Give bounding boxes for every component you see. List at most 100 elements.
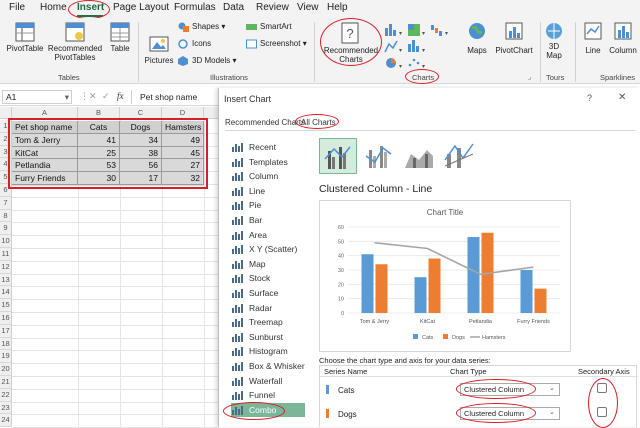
smartart-button[interactable]: SmartArt [246, 22, 292, 31]
legend-label-cats: Cats [422, 335, 434, 341]
row-header-13[interactable]: 13 [0, 273, 12, 287]
row-header-9[interactable]: 9 [0, 222, 12, 236]
ribbon: PivotTable Recommended PivotTables Table… [0, 18, 640, 84]
chart-type-bar[interactable]: Bar [231, 213, 301, 227]
menu-review[interactable]: Review [256, 2, 289, 13]
column-icon [231, 171, 243, 182]
table-button[interactable]: Table [106, 22, 134, 53]
row-header-15[interactable]: 15 [0, 299, 12, 312]
row-header-22[interactable]: 22 [0, 388, 12, 402]
chart-type-pie[interactable]: Pie [231, 198, 301, 212]
chart-type-treemap[interactable]: Treemap [231, 315, 301, 329]
ribbon-separator [575, 22, 576, 82]
row-header-16[interactable]: 16 [0, 312, 12, 325]
pivottable-button[interactable]: PivotTable [6, 22, 44, 53]
screenshot-icon [246, 39, 257, 49]
menu-page-layout[interactable]: Page Layout [113, 2, 169, 13]
help-icon[interactable]: ? [587, 93, 592, 103]
3d-models-button[interactable]: 3D Models ▾ [178, 56, 237, 66]
maps-button[interactable]: Maps [464, 22, 490, 55]
chart-type-box-whisker[interactable]: Box & Whisker [231, 359, 305, 373]
svg-text:▾: ▾ [399, 48, 402, 54]
shapes-button[interactable]: Shapes ▾ [178, 22, 225, 32]
row-gridline [12, 312, 218, 313]
chart-type-stock[interactable]: Stock [231, 271, 301, 285]
pivotchart-icon [505, 22, 523, 40]
row-header-20[interactable]: 20 [0, 363, 12, 376]
chart-type-sunburst[interactable]: Sunburst [231, 330, 301, 344]
pivotchart-button[interactable]: PivotChart [492, 22, 536, 55]
bar-cats-1 [414, 277, 427, 313]
row-header-12[interactable]: 12 [0, 260, 12, 274]
legend-label-dogs: Dogs [452, 335, 465, 341]
tab-recommended-charts[interactable]: Recommended Charts [225, 118, 305, 127]
sunburst-icon [231, 332, 243, 342]
menu-view[interactable]: View [297, 2, 319, 13]
row-header-7[interactable]: 7 [0, 196, 12, 210]
row-gridline [12, 273, 218, 275]
row-header-10[interactable]: 10 [0, 235, 12, 248]
cube-icon [178, 56, 189, 66]
chart-type-surface[interactable]: Surface [231, 286, 301, 300]
charts-dialog-launcher-icon[interactable]: ⌟ [528, 73, 531, 81]
row-header-18[interactable]: 18 [0, 337, 12, 351]
menu-help[interactable]: Help [327, 2, 348, 13]
menu-file[interactable]: File [9, 2, 25, 13]
menu-bar: File Home Insert Page Layout Formulas Da… [0, 0, 640, 19]
chart-type-scatter[interactable]: X Y (Scatter) [231, 242, 301, 256]
icons-button[interactable]: Icons [178, 39, 211, 49]
cancel-icon[interactable]: ✕ [89, 91, 97, 102]
pictures-button[interactable]: Pictures [142, 22, 176, 65]
radar-icon [231, 303, 243, 313]
chart-preview[interactable]: Chart Title 0 10 20 30 40 50 60 Tom & Jerry KitCa… [319, 200, 571, 352]
formula-input[interactable]: Pet shop name [131, 90, 218, 104]
illustrations-group-label: Illustrations [210, 73, 248, 82]
clustered-column-line-secondary-icon [365, 146, 392, 168]
combo-subtype-1[interactable] [319, 138, 357, 174]
chart-type-area[interactable]: Area [231, 228, 301, 242]
screenshot-button[interactable]: Screenshot ▾ [246, 39, 307, 49]
row-header-23[interactable]: 23 [0, 401, 12, 415]
sparkline-line-button[interactable]: Line [580, 22, 606, 55]
row-header-24[interactable]: 24 [0, 414, 12, 428]
menu-data[interactable]: Data [223, 2, 244, 13]
chart-type-waterfall[interactable]: Waterfall [231, 374, 301, 388]
chart-type-label: Area [249, 229, 267, 240]
chart-type-radar[interactable]: Radar [231, 301, 301, 315]
chart-type-line[interactable]: Line [231, 184, 301, 198]
row-header-17[interactable]: 17 [0, 324, 12, 338]
menu-formulas[interactable]: Formulas [174, 2, 216, 13]
combo-subtype-2[interactable] [361, 138, 399, 174]
chart-type-map[interactable]: Map [231, 257, 301, 271]
recommended-pivottables-button[interactable]: Recommended PivotTables [44, 22, 106, 62]
globe-icon [469, 23, 485, 39]
row-header-19[interactable]: 19 [0, 350, 12, 364]
row-header-8[interactable]: 8 [0, 209, 12, 223]
chart-type-column[interactable]: Column [231, 169, 301, 183]
stock-icon [231, 273, 243, 284]
fx-icon[interactable]: fx [117, 91, 124, 101]
chart-type-label: Templates [249, 156, 288, 167]
row-gridline [12, 388, 218, 390]
table-icon [110, 22, 130, 42]
row-gridline [12, 414, 218, 416]
row-gridline [12, 337, 218, 339]
chart-type-funnel[interactable]: Funnel [231, 388, 301, 402]
combo-subtype-4[interactable] [441, 138, 479, 174]
chart-type-templates[interactable]: Templates [231, 155, 301, 169]
enter-icon[interactable]: ✓ [102, 91, 110, 102]
3d-map-button[interactable]: 3D Map [543, 22, 565, 60]
menu-home[interactable]: Home [40, 2, 67, 13]
sparkline-column-button[interactable]: Column [606, 22, 640, 55]
clock-icon [231, 142, 243, 152]
row-gridline [12, 235, 218, 237]
name-box[interactable]: A1 ▾ [2, 90, 72, 104]
row-header-11[interactable]: 11 [0, 248, 12, 261]
chart-type-histogram[interactable]: Histogram [231, 344, 301, 358]
row-header-21[interactable]: 21 [0, 376, 12, 389]
dogs-type-annotation-circle [456, 403, 536, 423]
close-icon[interactable]: ✕ [618, 92, 626, 103]
chart-type-clock[interactable]: Recent [231, 140, 301, 154]
row-header-14[interactable]: 14 [0, 286, 12, 300]
combo-subtype-3[interactable] [401, 138, 439, 174]
